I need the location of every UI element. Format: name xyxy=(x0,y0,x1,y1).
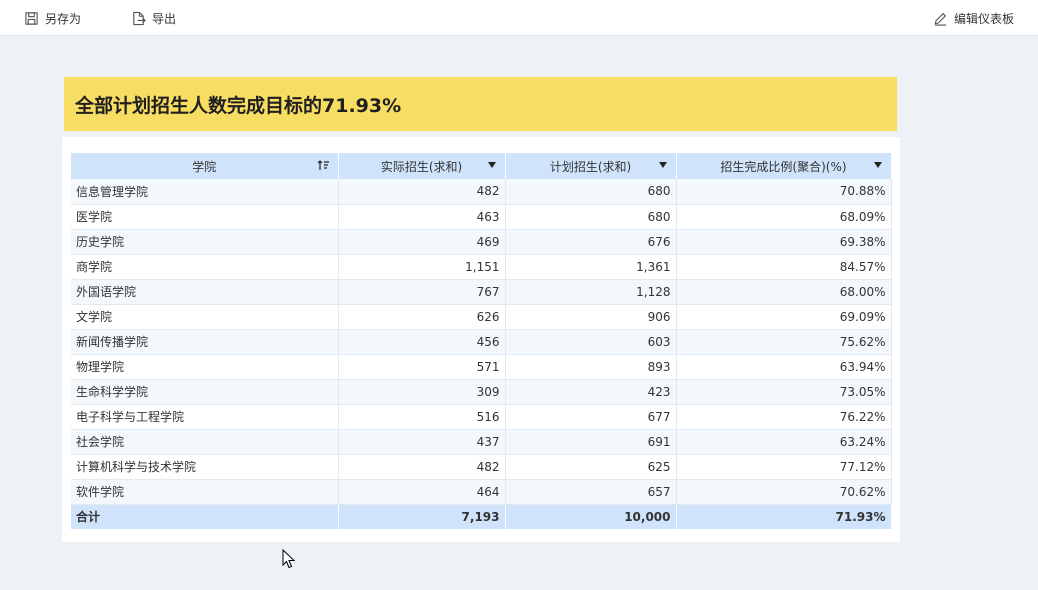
ratio-cell: 75.62% xyxy=(676,329,892,355)
plan-cell: 1,361 xyxy=(505,254,677,280)
total-label-cell: 合计 xyxy=(71,504,339,529)
plan-cell: 906 xyxy=(505,304,677,330)
college-cell: 生命科学学院 xyxy=(71,379,339,405)
table-total-row: 合计 7,193 10,000 71.93% xyxy=(71,504,892,529)
actual-cell: 482 xyxy=(338,179,506,205)
ratio-cell: 69.09% xyxy=(676,304,892,330)
export-icon xyxy=(133,11,146,25)
plan-cell: 625 xyxy=(505,454,677,480)
ratio-cell: 70.88% xyxy=(676,179,892,205)
plan-cell: 657 xyxy=(505,479,677,505)
total-ratio-cell: 71.93% xyxy=(676,504,892,529)
plan-cell: 893 xyxy=(505,354,677,380)
plan-cell: 680 xyxy=(505,204,677,230)
ratio-cell: 63.94% xyxy=(676,354,892,380)
column-header-label: 实际招生(求和) xyxy=(380,159,463,174)
headline-text: 全部计划招生人数完成目标的71.93% xyxy=(75,94,402,117)
college-cell: 电子科学与工程学院 xyxy=(71,404,339,430)
dropdown-caret-icon[interactable] xyxy=(487,162,496,168)
ratio-cell: 76.22% xyxy=(676,404,892,430)
actual-cell: 626 xyxy=(338,304,506,330)
table-row: 历史学院 469 676 69.38% xyxy=(71,229,892,255)
college-cell: 医学院 xyxy=(71,204,339,230)
ratio-cell: 69.38% xyxy=(676,229,892,255)
plan-cell: 676 xyxy=(505,229,677,255)
ratio-cell: 68.00% xyxy=(676,279,892,305)
plan-cell: 691 xyxy=(505,429,677,455)
actual-cell: 309 xyxy=(338,379,506,405)
college-cell: 新闻传播学院 xyxy=(71,329,339,355)
headline-banner: 全部计划招生人数完成目标的71.93% xyxy=(64,77,897,131)
ratio-cell: 84.57% xyxy=(676,254,892,280)
column-header-label: 招生完成比例(聚合)(%) xyxy=(720,159,847,174)
save-icon xyxy=(25,11,38,25)
table-row: 文学院 626 906 69.09% xyxy=(71,304,892,330)
dropdown-caret-icon[interactable] xyxy=(658,162,667,168)
export-button[interactable]: 导出 xyxy=(131,8,176,28)
college-cell: 历史学院 xyxy=(71,229,339,255)
college-cell: 外国语学院 xyxy=(71,279,339,305)
college-cell: 社会学院 xyxy=(71,429,339,455)
ratio-cell: 73.05% xyxy=(676,379,892,405)
edit-dashboard-label: 编辑仪表板 xyxy=(954,11,1015,26)
college-cell: 信息管理学院 xyxy=(71,179,339,205)
college-cell: 计算机科学与技术学院 xyxy=(71,454,339,480)
table-row: 医学院 463 680 68.09% xyxy=(71,204,892,230)
table-header-row: 学院 实际招生(求和) 计划招生(求和) 招生完成比例(聚合)(%) xyxy=(71,153,892,179)
actual-cell: 571 xyxy=(338,354,506,380)
ratio-cell: 77.12% xyxy=(676,454,892,480)
table-card: 学院 实际招生(求和) 计划招生(求和) 招生完成比例(聚合)(%) 信息管理学… xyxy=(62,137,900,542)
actual-cell: 437 xyxy=(338,429,506,455)
ratio-cell: 70.62% xyxy=(676,479,892,505)
column-header-label: 学院 xyxy=(192,159,217,174)
edit-pencil-icon xyxy=(934,12,947,26)
plan-cell: 680 xyxy=(505,179,677,205)
actual-cell: 767 xyxy=(338,279,506,305)
mouse-cursor-icon xyxy=(282,549,296,569)
table-row: 软件学院 464 657 70.62% xyxy=(71,479,892,505)
college-cell: 商学院 xyxy=(71,254,339,280)
export-label: 导出 xyxy=(152,11,177,26)
total-actual-cell: 7,193 xyxy=(338,504,506,529)
table-row: 信息管理学院 482 680 70.88% xyxy=(71,179,892,205)
ratio-cell: 68.09% xyxy=(676,204,892,230)
plan-cell: 1,128 xyxy=(505,279,677,305)
column-header-ratio[interactable]: 招生完成比例(聚合)(%) xyxy=(676,153,892,179)
table-row: 新闻传播学院 456 603 75.62% xyxy=(71,329,892,355)
ratio-cell: 63.24% xyxy=(676,429,892,455)
table-row: 社会学院 437 691 63.24% xyxy=(71,429,892,455)
column-header-actual[interactable]: 实际招生(求和) xyxy=(338,153,506,179)
sort-icon[interactable] xyxy=(317,159,330,172)
actual-cell: 463 xyxy=(338,204,506,230)
table-row: 外国语学院 767 1,128 68.00% xyxy=(71,279,892,305)
edit-dashboard-button[interactable]: 编辑仪表板 xyxy=(933,8,1014,28)
column-header-college[interactable]: 学院 xyxy=(71,153,339,179)
actual-cell: 469 xyxy=(338,229,506,255)
table-row: 电子科学与工程学院 516 677 76.22% xyxy=(71,404,892,430)
actual-cell: 464 xyxy=(338,479,506,505)
college-cell: 软件学院 xyxy=(71,479,339,505)
college-cell: 物理学院 xyxy=(71,354,339,380)
plan-cell: 677 xyxy=(505,404,677,430)
save-as-label: 另存为 xyxy=(45,11,82,26)
actual-cell: 1,151 xyxy=(338,254,506,280)
college-cell: 文学院 xyxy=(71,304,339,330)
table-row: 物理学院 571 893 63.94% xyxy=(71,354,892,380)
table-row: 生命科学学院 309 423 73.05% xyxy=(71,379,892,405)
plan-cell: 603 xyxy=(505,329,677,355)
dropdown-caret-icon[interactable] xyxy=(873,162,882,168)
toolbar: 另存为 导出 编辑仪表板 xyxy=(0,0,1038,36)
column-header-plan[interactable]: 计划招生(求和) xyxy=(505,153,677,179)
table-row: 计算机科学与技术学院 482 625 77.12% xyxy=(71,454,892,480)
actual-cell: 482 xyxy=(338,454,506,480)
column-header-label: 计划招生(求和) xyxy=(549,159,632,174)
actual-cell: 516 xyxy=(338,404,506,430)
table-body: 信息管理学院 482 680 70.88% 医学院 463 680 68.09% 历史学院 469… xyxy=(71,179,892,505)
table-row: 商学院 1,151 1,361 84.57% xyxy=(71,254,892,280)
actual-cell: 456 xyxy=(338,329,506,355)
total-plan-cell: 10,000 xyxy=(505,504,677,529)
save-as-button[interactable]: 另存为 xyxy=(24,8,81,28)
enrollment-table: 学院 实际招生(求和) 计划招生(求和) 招生完成比例(聚合)(%) 信息管理学… xyxy=(71,153,892,529)
plan-cell: 423 xyxy=(505,379,677,405)
